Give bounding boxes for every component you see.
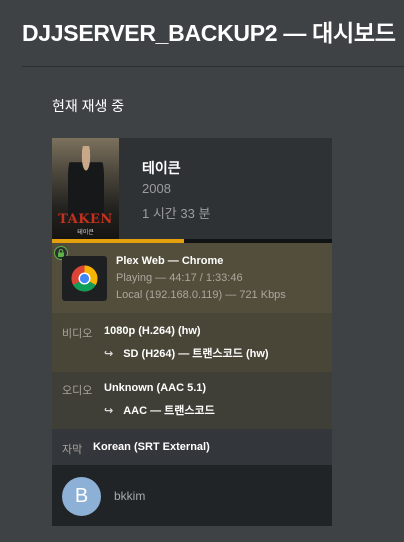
chrome-icon (62, 256, 107, 301)
network-info: Local (192.168.0.119) — 721 Kbps (116, 289, 286, 301)
video-stream-row: 비디오 1080p (H.264) (hw) ↪ SD (H264) — 트랜스코… (52, 313, 332, 372)
playback-state: Playing — 44:17 / 1:33:46 (116, 272, 243, 284)
transcode-arrow-icon: ↪ (104, 348, 114, 360)
user-row[interactable]: B bkkim (52, 465, 332, 526)
now-playing-card[interactable]: TAKEN 테이큰 테이큰 2008 1 시간 33 분 Plex Web — … (52, 138, 332, 526)
player-info: Plex Web — Chrome Playing — 44:17 / 1:33… (52, 243, 332, 313)
audio-stream-row: 오디오 Unknown (AAC 5.1) ↪ AAC — 트랜스코드 (52, 372, 332, 429)
subtitle-label: 자막 (62, 444, 83, 456)
audio-source: Unknown (AAC 5.1) (104, 382, 207, 394)
audio-transcode: ↪ AAC — 트랜스코드 (104, 402, 215, 418)
user-name[interactable]: bkkim (114, 489, 145, 503)
page-title: DJJSERVER_BACKUP2 — 대시보드 (22, 20, 396, 46)
media-duration: 1 시간 33 분 (142, 206, 211, 221)
poster-title: TAKEN (58, 212, 113, 227)
subtitle-stream-row: 자막 Korean (SRT External) (52, 429, 332, 465)
header-divider (22, 66, 404, 67)
audio-label: 오디오 (62, 385, 93, 397)
avatar[interactable]: B (62, 477, 101, 516)
poster-figure (68, 146, 104, 218)
now-playing-heading: 현재 재생 중 (52, 98, 125, 114)
transcode-arrow-icon: ↪ (104, 405, 114, 417)
video-label: 비디오 (62, 328, 93, 340)
poster-subtitle: 테이큰 (77, 230, 94, 236)
video-source: 1080p (H.264) (hw) (104, 325, 201, 337)
media-year: 2008 (142, 181, 171, 196)
movie-poster[interactable]: TAKEN 테이큰 (52, 138, 119, 239)
video-transcode: ↪ SD (H264) — 트랜스코드 (hw) (104, 345, 269, 361)
audio-transcode-value: AAC — 트랜스코드 (123, 405, 215, 417)
media-info[interactable]: TAKEN 테이큰 테이큰 2008 1 시간 33 분 (52, 138, 332, 239)
player-name: Plex Web — Chrome (116, 255, 224, 267)
video-transcode-value: SD (H264) — 트랜스코드 (hw) (123, 348, 269, 360)
subtitle-value: Korean (SRT External) (93, 441, 210, 453)
media-title[interactable]: 테이큰 (142, 158, 181, 178)
